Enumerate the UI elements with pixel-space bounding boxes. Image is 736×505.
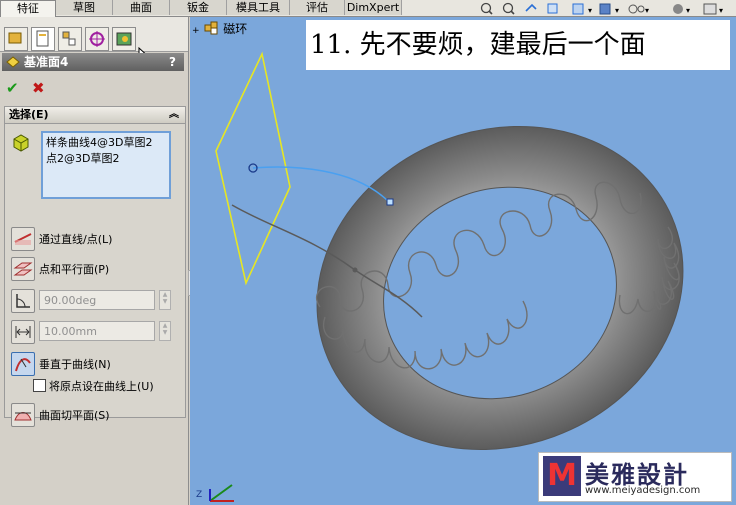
through-line-point-button[interactable] — [11, 227, 35, 251]
normal-to-curve-label: 垂直于曲线(N) — [39, 358, 111, 371]
feature-tree-icon — [8, 32, 22, 44]
svg-text:▾: ▾ — [719, 6, 723, 15]
part-icon — [204, 21, 218, 35]
graphics-area[interactable]: Z — [190, 17, 736, 505]
previous-view-icon[interactable] — [525, 3, 537, 12]
selection-group: 选择(E) ︽ 样条曲线4@3D草图2 点2@3D草图2 通过直线/点(L) 点… — [4, 106, 186, 427]
axis-triad — [209, 484, 234, 502]
point-parallel-label: 点和平行面(P) — [39, 263, 110, 276]
help-button[interactable]: ? — [169, 53, 176, 71]
selection-list[interactable]: 样条曲线4@3D草图2 点2@3D草图2 — [41, 131, 171, 199]
offset-distance-input[interactable]: 10.00mm — [39, 321, 155, 341]
through-line-point-label: 通过直线/点(L) — [39, 233, 113, 246]
scene-icon[interactable]: ▾ — [703, 3, 723, 15]
group-label: 选择(E) — [9, 108, 49, 121]
tab-mold-tools[interactable]: 模具工具 — [227, 0, 290, 15]
tutorial-caption: 11. 先不要烦，建最后一个面 — [306, 20, 730, 70]
display-manager-tab[interactable] — [112, 27, 136, 51]
part-name: 磁环 — [223, 22, 248, 36]
tab-sketch[interactable]: 草图 — [56, 0, 113, 15]
tab-sheet-metal[interactable]: 钣金 — [170, 0, 227, 15]
angle-input[interactable]: 90.00deg — [39, 290, 155, 310]
page-title: 基准面4 — [24, 55, 69, 69]
tab-evaluate[interactable]: 评估 — [290, 0, 345, 15]
angle-button[interactable] — [11, 289, 35, 313]
featuremanager-tab[interactable] — [4, 27, 28, 51]
selection-item[interactable]: 样条曲线4@3D草图2 — [46, 135, 166, 151]
selection-group-header[interactable]: 选择(E) ︽ — [5, 107, 185, 124]
dimxpert-tab[interactable] — [85, 27, 109, 51]
model-view: Z — [196, 51, 729, 502]
tangent-surface-icon — [14, 412, 32, 421]
view-toolbar: ▾ ▾ ▾ ▾ ▾ — [480, 2, 723, 15]
origin-on-curve-label: 将原点设在曲线上(U) — [49, 380, 154, 393]
plane-icon — [6, 56, 20, 68]
tab-features[interactable]: 特征 — [0, 0, 56, 17]
section-view-icon[interactable] — [547, 3, 558, 14]
chevron-up-icon[interactable]: ︽ — [169, 107, 179, 123]
view-orientation-icon[interactable]: ▾ — [572, 3, 592, 15]
display-style-icon[interactable]: ▾ — [599, 3, 619, 15]
tab-surfaces[interactable]: 曲面 — [113, 0, 170, 15]
configuration-icon — [62, 31, 76, 46]
configuration-tab[interactable] — [58, 27, 82, 51]
svg-text:▾: ▾ — [615, 6, 619, 15]
property-manager-icon — [36, 30, 49, 47]
manager-tabs — [0, 17, 188, 67]
svg-text:▾: ▾ — [588, 6, 592, 15]
dimxpert-icon — [89, 31, 105, 47]
hide-show-items-icon[interactable]: ▾ — [628, 4, 649, 15]
propertymanager-tab[interactable] — [31, 27, 55, 51]
display-manager-icon — [116, 32, 132, 46]
command-manager-tabs: 特征 草图 曲面 钣金 模具工具 评估 DimXpert ▾ ▾ ▾ ▾ ▾ — [0, 0, 736, 17]
torus-model[interactable] — [271, 76, 729, 500]
property-manager: 基准面4 ? ✔ ✖ 选择(E) ︽ 样条曲线4@3D草图2 点2@3D草图2 … — [0, 17, 189, 505]
zoom-to-area-icon[interactable] — [502, 2, 515, 15]
property-manager-title: 基准面4 ? — [2, 53, 184, 71]
reference-plane[interactable] — [215, 51, 291, 286]
axis-z-label: Z — [196, 490, 202, 500]
line-point-icon — [14, 233, 32, 245]
surface-tangent-label: 曲面切平面(S) — [39, 409, 110, 422]
expand-icon[interactable]: + — [192, 26, 200, 36]
logo-url: www.meiyadesign.com — [585, 485, 701, 496]
appearance-icon[interactable]: ▾ — [673, 4, 690, 15]
watermark-logo: M 美雅設計 www.meiyadesign.com — [538, 452, 732, 502]
origin-on-curve-checkbox[interactable] — [33, 379, 46, 392]
distance-icon — [15, 326, 31, 338]
angle-spinner[interactable]: ▲ ▼ — [159, 290, 171, 310]
reference-cube-icon — [13, 134, 29, 152]
surface-tangent-button[interactable] — [11, 403, 35, 427]
feature-tree-flyout[interactable]: + 磁环 — [192, 20, 247, 37]
logo-mark-icon: M — [543, 456, 581, 496]
angle-icon — [16, 294, 30, 308]
point-parallel-button[interactable] — [11, 257, 35, 281]
svg-text:▾: ▾ — [686, 6, 690, 15]
normal-to-curve-icon — [15, 358, 31, 372]
normal-to-curve-button[interactable] — [11, 352, 35, 376]
spline-point[interactable] — [352, 267, 358, 273]
offset-spinner[interactable]: ▲ ▼ — [159, 321, 171, 341]
selected-point-marker[interactable] — [386, 198, 394, 206]
cancel-button[interactable]: ✖ — [32, 79, 45, 97]
ok-button[interactable]: ✔ — [6, 79, 19, 97]
selection-item[interactable]: 点2@3D草图2 — [46, 151, 166, 167]
zoom-to-fit-icon[interactable] — [480, 2, 493, 15]
tab-dimxpert[interactable]: DimXpert — [345, 0, 402, 15]
svg-text:▾: ▾ — [645, 6, 649, 15]
parallel-plane-icon — [13, 262, 33, 276]
offset-distance-button[interactable] — [11, 320, 35, 344]
